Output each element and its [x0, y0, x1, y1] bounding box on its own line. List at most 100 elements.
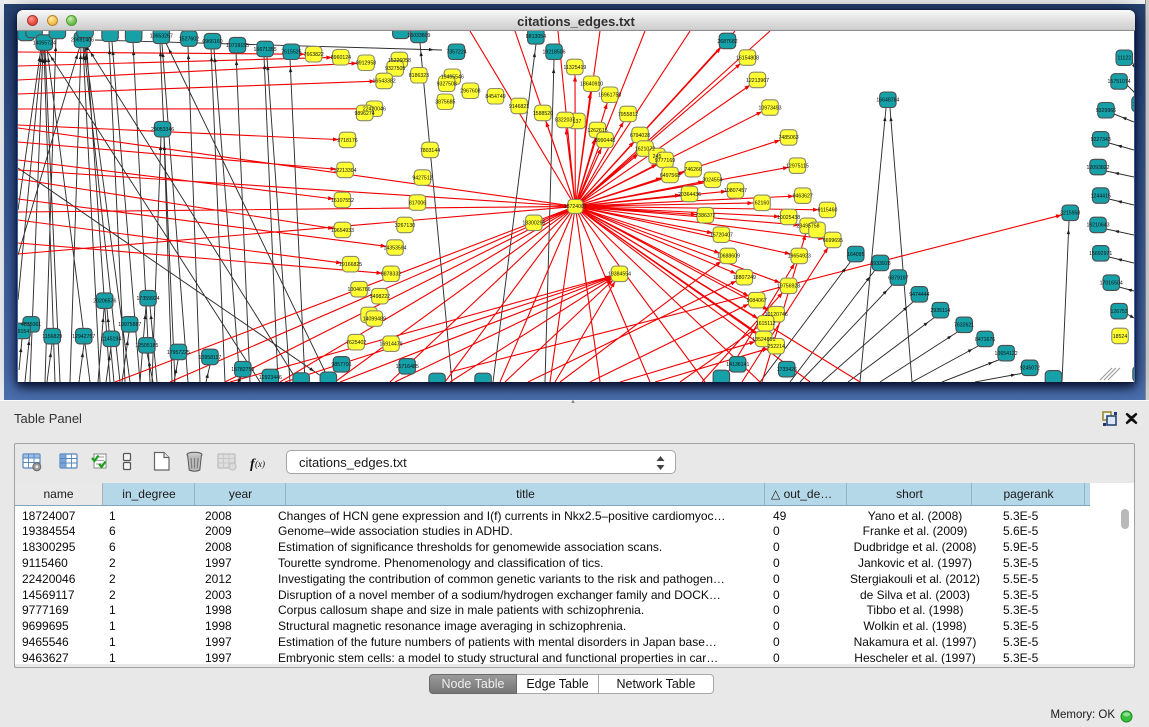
svg-text:8454749: 8454749: [485, 94, 505, 100]
svg-text:19756928: 19756928: [777, 284, 800, 290]
svg-text:10688609: 10688609: [717, 254, 740, 260]
svg-text:6699695: 6699695: [823, 238, 843, 244]
svg-text:11325419: 11325419: [564, 65, 587, 71]
svg-text:15692971: 15692971: [1089, 251, 1112, 257]
svg-text:9327508: 9327508: [437, 82, 457, 88]
svg-text:18807249: 18807249: [733, 275, 756, 281]
svg-text:15751074: 15751074: [1108, 79, 1131, 85]
svg-text:1156829: 1156829: [42, 334, 62, 340]
svg-text:8912958: 8912958: [356, 61, 376, 67]
svg-text:14136141: 14136141: [726, 362, 749, 368]
svg-text:9896274: 9896274: [354, 111, 374, 117]
svg-text:16543382: 16543382: [373, 79, 396, 85]
svg-text:1527602: 1527602: [179, 36, 199, 42]
svg-text:7357224: 7357224: [446, 50, 466, 56]
svg-text:19975887: 19975887: [118, 322, 141, 328]
svg-text:20206576: 20206576: [93, 299, 116, 305]
svg-text:8960124: 8960124: [331, 55, 351, 61]
svg-text:7663822: 7663822: [304, 52, 324, 58]
svg-text:23495758: 23495758: [796, 224, 819, 230]
svg-text:3267130: 3267130: [395, 223, 415, 229]
svg-text:164095: 164095: [847, 252, 864, 258]
svg-text:9777169: 9777169: [655, 158, 675, 164]
svg-text:8186323: 8186323: [409, 73, 429, 79]
svg-text:3215958: 3215958: [1060, 211, 1080, 217]
svg-text:16154808: 16154808: [736, 55, 759, 61]
svg-text:15226058: 15226058: [388, 58, 411, 64]
svg-text:7485063: 7485063: [778, 135, 798, 141]
svg-text:10807457: 10807457: [724, 188, 747, 194]
svg-text:9857791: 9857791: [331, 362, 351, 368]
svg-text:17016504: 17016504: [1100, 281, 1123, 287]
svg-text:1145194: 1145194: [101, 337, 121, 343]
svg-text:2687682: 2687682: [717, 39, 737, 45]
svg-text:15720407: 15720407: [710, 233, 733, 239]
svg-text:19654923: 19654923: [788, 254, 811, 260]
svg-text:1733426: 1733426: [777, 367, 797, 373]
svg-text:18724007: 18724007: [564, 204, 587, 210]
svg-text:5933928: 5933928: [870, 261, 890, 267]
svg-text:10046766: 10046766: [347, 287, 370, 293]
svg-text:29053346: 29053346: [151, 127, 174, 133]
svg-text:2935114: 2935114: [930, 308, 950, 314]
svg-text:126753: 126753: [1110, 309, 1127, 315]
svg-text:8471676: 8471676: [975, 337, 995, 343]
svg-text:12923446: 12923446: [259, 375, 282, 381]
svg-text:16648784: 16648784: [876, 98, 899, 104]
svg-text:39154: 39154: [18, 329, 29, 335]
svg-text:17359924: 17359924: [137, 296, 160, 302]
svg-text:3498222: 3498222: [370, 294, 390, 300]
svg-text:7386372: 7386372: [695, 213, 715, 219]
svg-text:(x): (x): [255, 459, 265, 469]
svg-text:13524851: 13524851: [752, 337, 775, 343]
svg-text:2718176: 2718176: [337, 138, 357, 144]
svg-text:8322037: 8322037: [555, 118, 575, 124]
svg-text:9474444: 9474444: [909, 292, 929, 298]
svg-text:9245072: 9245072: [1020, 366, 1040, 372]
svg-text:6879197: 6879197: [888, 275, 908, 281]
svg-text:9427512: 9427512: [412, 175, 432, 181]
svg-text:18524: 18524: [1113, 334, 1128, 340]
svg-text:3875685: 3875685: [435, 100, 455, 106]
svg-text:1588520: 1588520: [533, 111, 553, 117]
svg-text:4835061: 4835061: [21, 322, 41, 328]
svg-text:12942757: 12942757: [72, 334, 95, 340]
svg-text:8878332: 8878332: [381, 272, 401, 278]
svg-text:12505185: 12505185: [135, 343, 158, 349]
svg-text:6794028: 6794028: [630, 133, 650, 139]
svg-text:15465546: 15465546: [441, 75, 464, 81]
svg-text:817006: 817006: [409, 200, 426, 206]
svg-text:16961758: 16961758: [598, 93, 621, 99]
svg-text:10025438: 10025438: [777, 215, 800, 221]
svg-text:8813054: 8813054: [526, 34, 546, 40]
svg-text:10120746: 10120746: [765, 312, 788, 318]
svg-text:16782759: 16782759: [231, 367, 254, 373]
svg-text:6497568: 6497568: [660, 173, 680, 179]
svg-text:7515526: 7515526: [281, 50, 301, 56]
svg-text:10719155: 10719155: [226, 43, 249, 49]
svg-text:16914479: 16914479: [379, 341, 402, 347]
svg-text:7955812: 7955812: [618, 112, 638, 118]
svg-text:9084067: 9084067: [747, 298, 767, 304]
svg-text:12975115: 12975115: [786, 164, 809, 170]
svg-text:8990448: 8990448: [595, 138, 615, 144]
svg-text:9327505: 9327505: [385, 66, 405, 72]
svg-text:10973493: 10973493: [758, 105, 781, 111]
svg-text:3024554: 3024554: [702, 178, 722, 184]
svg-text:18300295: 18300295: [522, 221, 545, 227]
svg-text:19654933: 19654933: [331, 228, 354, 234]
svg-text:9146821: 9146821: [509, 104, 529, 110]
svg-text:9463627: 9463627: [793, 194, 813, 200]
svg-text:1615112: 1615112: [756, 321, 776, 327]
svg-text:7632621: 7632621: [954, 323, 974, 329]
svg-text:14055724: 14055724: [33, 40, 56, 46]
svg-text:62160: 62160: [755, 201, 770, 207]
svg-text:12213967: 12213967: [746, 78, 769, 84]
svg-text:7625402: 7625402: [346, 340, 366, 346]
svg-text:10653267: 10653267: [150, 34, 173, 40]
svg-text:20364436: 20364436: [678, 192, 701, 198]
svg-text:18640910: 18640910: [580, 82, 603, 88]
svg-text:16033809: 16033809: [407, 33, 430, 39]
svg-text:19384554: 19384554: [608, 272, 631, 278]
svg-text:16107552: 16107552: [331, 198, 354, 204]
